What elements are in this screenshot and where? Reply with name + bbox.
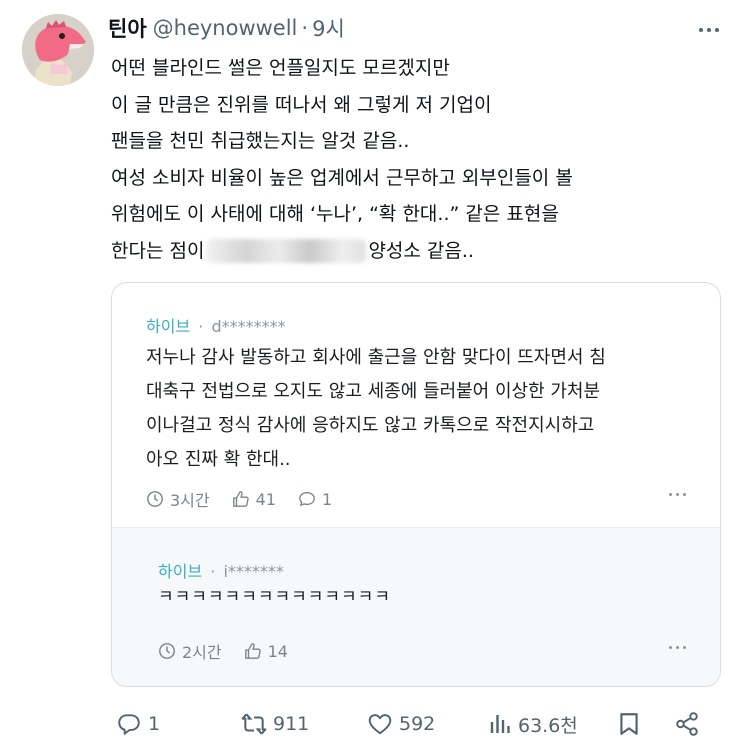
retweet-button[interactable]: 911 bbox=[241, 706, 309, 742]
comment-header: 하이브 · d******** bbox=[146, 313, 286, 337]
tweet-time[interactable]: 9시 bbox=[312, 13, 345, 43]
reply-time: 2시간 bbox=[158, 639, 222, 663]
reply-time-text: 2시간 bbox=[182, 643, 222, 662]
tweet-line: 이 글 만큼은 진위를 떠나서 왜 그렇게 저 기업이 bbox=[111, 93, 492, 116]
comment-brand: 하이브 bbox=[146, 317, 191, 336]
avatar[interactable] bbox=[22, 14, 94, 86]
reply-count: 1 bbox=[148, 713, 161, 735]
header-separator: · bbox=[301, 16, 309, 40]
clock-icon bbox=[159, 643, 175, 659]
comment-bubble-icon bbox=[299, 492, 315, 506]
like-count: 592 bbox=[399, 713, 436, 735]
reply-body: ㅋㅋㅋㅋㅋㅋㅋㅋㅋㅋㅋㅋㅋㅋ bbox=[158, 587, 391, 607]
tweet-text: 어떤 블라인드 썰은 언플일지도 모르겠지만 이 글 만큼은 진위를 떠나서 왜… bbox=[111, 50, 711, 270]
reply-header: 하이브 · i******* bbox=[158, 558, 284, 582]
comment-user: d******** bbox=[211, 317, 286, 336]
thumbs-up-icon bbox=[232, 491, 249, 507]
views-button[interactable]: 63.6천 bbox=[488, 706, 578, 742]
comment-body: 저누나 감사 발동하고 회사에 출근을 안함 맞다이 뜨자면서 침 대축구 전법… bbox=[146, 341, 706, 477]
comment-line: 아오 진짜 확 한대.. bbox=[146, 449, 291, 470]
comment-time-text: 3시간 bbox=[170, 491, 210, 510]
author-handle[interactable]: @heynowwell bbox=[153, 16, 298, 40]
comment-time: 3시간 bbox=[146, 487, 210, 511]
comment-line: 저누나 감사 발동하고 회사에 출근을 안함 맞다이 뜨자면서 침 bbox=[146, 347, 606, 368]
comment-replies: 1 bbox=[298, 490, 332, 509]
comment-more-icon bbox=[667, 493, 688, 496]
bookmark-icon bbox=[620, 713, 638, 735]
tweet-actions: 1 911 592 63.6천 bbox=[111, 706, 711, 742]
share-button[interactable] bbox=[674, 706, 706, 742]
view-count: 63.6천 bbox=[518, 714, 578, 737]
share-icon bbox=[676, 712, 698, 736]
comment-likes-count: 41 bbox=[255, 489, 276, 509]
censor-blur bbox=[206, 239, 367, 264]
comment-line: 이나걸고 정식 감사에 응하지도 않고 카톡으로 작전지시하고 bbox=[146, 415, 595, 436]
bar-chart-icon bbox=[490, 715, 510, 733]
embedded-image-card[interactable]: 하이브 · d******** 저누나 감사 발동하고 회사에 출근을 안함 맞… bbox=[111, 282, 721, 687]
comment-separator: · bbox=[198, 317, 204, 336]
tweet-line-start: 한다는 점이 bbox=[111, 239, 205, 262]
reply-section: 하이브 · i******* ㅋㅋㅋㅋㅋㅋㅋㅋㅋㅋㅋㅋㅋㅋ 2시간 14 bbox=[112, 527, 720, 686]
tweet-line: 어떤 블라인드 썰은 언플일지도 모르겠지만 bbox=[111, 57, 450, 79]
comment-likes: 41 bbox=[232, 490, 276, 509]
thumbs-up-icon bbox=[244, 643, 261, 659]
comment-line: 대축구 전법으로 오지도 않고 세종에 들러붙어 이상한 가처분 bbox=[146, 381, 601, 402]
reply-icon bbox=[118, 714, 140, 735]
comment-meta: 3시간 41 1 bbox=[146, 487, 354, 511]
reply-more-icon bbox=[667, 646, 688, 649]
tweet-line-last: 한다는 점이 양성소 같음.. bbox=[111, 233, 711, 270]
retweet-icon bbox=[241, 713, 267, 735]
pink-dinosaur-avatar-icon bbox=[22, 14, 94, 86]
reply-user: i******* bbox=[223, 562, 284, 581]
reply-likes-count: 14 bbox=[267, 641, 288, 661]
like-button[interactable]: 592 bbox=[367, 706, 435, 742]
retweet-count: 911 bbox=[273, 713, 310, 735]
heart-icon bbox=[368, 714, 392, 735]
tweet-header: 틴아 @heynowwell · 9시 bbox=[108, 14, 345, 42]
reply-likes: 14 bbox=[244, 642, 288, 661]
tweet-line: 여성 소비자 비율이 높은 업계에서 근무하고 외부인들이 볼 bbox=[111, 166, 573, 189]
clock-icon bbox=[147, 491, 163, 507]
reply-brand: 하이브 bbox=[158, 562, 203, 581]
author-name[interactable]: 틴아 bbox=[108, 13, 147, 43]
more-horizontal-icon bbox=[699, 28, 703, 32]
comment-replies-count: 1 bbox=[321, 489, 333, 509]
reply-button[interactable]: 1 bbox=[116, 706, 160, 742]
tweet-line: 위험에도 이 사태에 대해 ‘누나’, “확 한대..” 같은 표현을 bbox=[111, 203, 559, 226]
bookmark-button[interactable] bbox=[616, 706, 648, 742]
reply-separator: · bbox=[210, 562, 216, 581]
more-options-button[interactable] bbox=[694, 18, 724, 42]
reply-meta: 2시간 14 bbox=[158, 639, 310, 663]
tweet-line: 팬들을 천민 취급했는지는 알것 같음.. bbox=[111, 130, 410, 153]
tweet-line-end: 양성소 같음.. bbox=[368, 239, 474, 262]
